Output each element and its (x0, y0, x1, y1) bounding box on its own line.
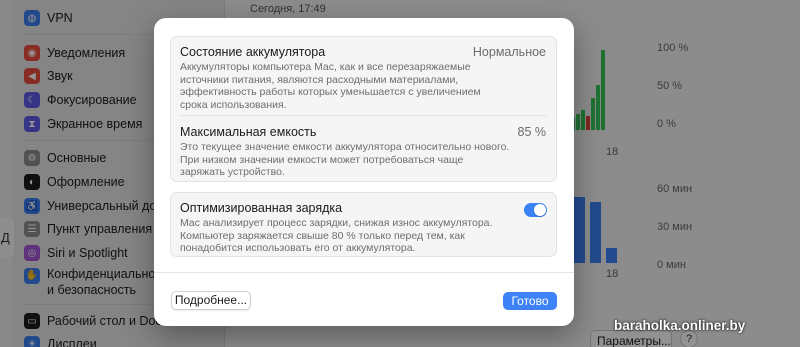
toggle-knob (534, 204, 546, 216)
footer-separator (154, 272, 574, 273)
battery-state-description: Аккумуляторы компьютера Mac, как и все п… (180, 61, 481, 111)
battery-state-title: Состояние аккумулятора (180, 45, 326, 59)
details-button[interactable]: Подробнее... (171, 291, 251, 310)
optimized-charging-card: Оптимизированная зарядка Mac анализирует… (170, 192, 557, 257)
optimized-charging-title: Оптимизированная зарядка (180, 201, 343, 215)
optimized-charging-toggle[interactable] (524, 203, 547, 217)
battery-info-card: Состояние аккумулятора Нормальное Аккуму… (170, 36, 557, 182)
max-capacity-value: 85 % (517, 125, 547, 139)
done-button[interactable]: Готово (503, 292, 557, 310)
optimized-charging-description: Mac анализирует процесс зарядки, снижая … (180, 217, 493, 254)
battery-health-sheet: Состояние аккумулятора Нормальное Аккуму… (154, 18, 574, 326)
max-capacity-title: Максимальная емкость (180, 125, 317, 139)
watermark: baraholka.onliner.by (614, 318, 746, 333)
row-separator (180, 115, 547, 116)
max-capacity-description: Это текущее значение емкости аккумулятор… (180, 141, 510, 178)
battery-state-value: Нормальное (472, 45, 546, 59)
